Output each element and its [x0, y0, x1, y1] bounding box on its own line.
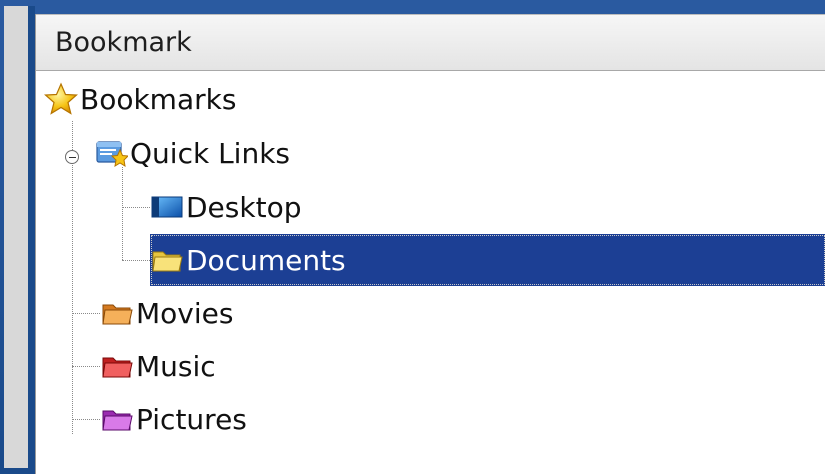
tree-line	[122, 260, 150, 261]
bookmark-panel: Bookmark Bookmarks Quick Links Desktop D…	[35, 14, 825, 474]
tree-line	[122, 207, 150, 208]
tree-item-quick-links[interactable]: Quick Links	[94, 127, 290, 179]
folder-purple-icon	[100, 402, 134, 436]
tree-line	[72, 313, 100, 314]
folder-orange-icon	[100, 296, 134, 330]
tree-item-label: Bookmarks	[80, 82, 237, 116]
tree-item-desktop[interactable]: Desktop	[150, 181, 301, 233]
tree-item-documents[interactable]: Documents	[150, 234, 825, 286]
tree-item-label: Pictures	[136, 402, 247, 436]
desktop-icon	[150, 190, 184, 224]
tree-item-label: Quick Links	[130, 136, 291, 170]
tree-item-movies[interactable]: Movies	[100, 287, 233, 339]
tree-item-label: Music	[136, 349, 216, 383]
column-header-label: Bookmark	[55, 27, 192, 58]
left-bevel	[4, 6, 28, 468]
tree-item-label: Desktop	[186, 190, 302, 224]
folder-yellow-icon	[150, 243, 184, 277]
collapse-toggle[interactable]	[65, 150, 79, 164]
tree-item-bookmarks[interactable]: Bookmarks	[43, 73, 237, 125]
column-header[interactable]: Bookmark	[36, 14, 825, 71]
star-icon	[43, 82, 79, 116]
panel-edge	[28, 6, 35, 468]
tree-item-label: Movies	[136, 296, 234, 330]
tree-item-label: Documents	[186, 243, 346, 277]
tree-line	[72, 121, 73, 434]
bookmark-tree: Bookmarks Quick Links Desktop Documents …	[36, 71, 825, 474]
bookmark-folder-icon	[94, 136, 130, 170]
tree-line	[122, 167, 123, 260]
folder-red-icon	[100, 349, 134, 383]
tree-item-pictures[interactable]: Pictures	[100, 393, 247, 445]
tree-line	[72, 366, 100, 367]
tree-item-music[interactable]: Music	[100, 340, 216, 392]
tree-line	[72, 419, 100, 420]
